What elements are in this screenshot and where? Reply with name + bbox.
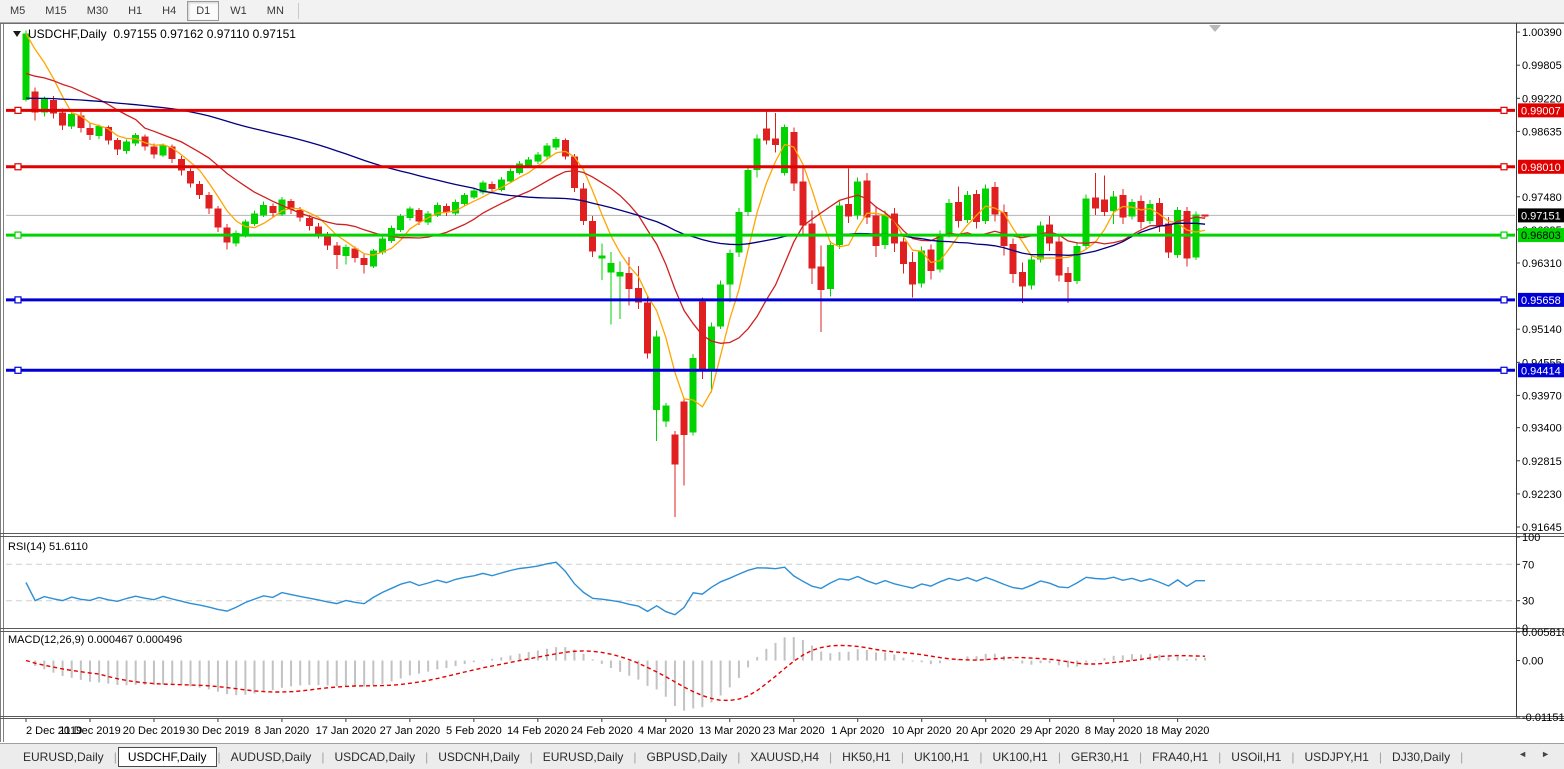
chart-tab-usoil-h1[interactable]: USOil,H1 [1222, 747, 1290, 767]
candlestick-series [23, 30, 1208, 517]
svg-text:27 Jan 2020: 27 Jan 2020 [380, 725, 441, 737]
svg-text:70: 70 [1522, 559, 1534, 571]
chart-tab-fra40-h1[interactable]: FRA40,H1 [1143, 747, 1217, 767]
svg-text:0.94414: 0.94414 [1521, 365, 1561, 377]
svg-text:5 Feb 2020: 5 Feb 2020 [446, 725, 502, 737]
svg-text:1.00390: 1.00390 [1522, 27, 1562, 39]
chart-tab-gbpusd-daily[interactable]: GBPUSD,Daily [638, 747, 737, 767]
symbol-dropdown-icon[interactable] [13, 31, 21, 37]
svg-text:0.97480: 0.97480 [1522, 192, 1562, 204]
fast-ma [26, 34, 1205, 407]
chart-tabs-bar: EURUSD,Daily|USDCHF,Daily|AUDUSD,Daily|U… [0, 743, 1564, 769]
chart-tab-audusd-daily[interactable]: AUDUSD,Daily [222, 747, 321, 767]
svg-text:23 Mar 2020: 23 Mar 2020 [763, 725, 825, 737]
chart-tab-hk50-h1[interactable]: HK50,H1 [833, 747, 900, 767]
timeframe-button-w1[interactable]: W1 [221, 1, 256, 21]
timeframe-button-h4[interactable]: H4 [153, 1, 185, 21]
svg-text:0.97151: 0.97151 [1521, 210, 1561, 222]
rsi-label: RSI(14) 51.6110 [8, 541, 88, 553]
svg-text:0.92230: 0.92230 [1522, 489, 1562, 501]
timeframe-button-d1[interactable]: D1 [187, 1, 219, 21]
svg-text:0.92815: 0.92815 [1522, 456, 1562, 468]
svg-text:0.93970: 0.93970 [1522, 390, 1562, 402]
svg-text:0.95658: 0.95658 [1521, 295, 1561, 307]
chart-tab-eurusd-daily[interactable]: EURUSD,Daily [14, 747, 113, 767]
svg-text:30 Dec 2019: 30 Dec 2019 [187, 725, 249, 737]
chart-title-ohlc-spacer [107, 27, 114, 41]
autoscroll-marker-icon[interactable] [1209, 25, 1221, 32]
chart-tab-uk100-h1[interactable]: UK100,H1 [983, 747, 1056, 767]
toolbar-separator [298, 3, 299, 19]
svg-text:0.93400: 0.93400 [1522, 423, 1562, 435]
svg-text:8 Jan 2020: 8 Jan 2020 [255, 725, 309, 737]
svg-text:4 Mar 2020: 4 Mar 2020 [638, 725, 694, 737]
chart-tab-uk100-h1[interactable]: UK100,H1 [905, 747, 978, 767]
tab-divider: | [1459, 750, 1464, 764]
horizontal-line[interactable] [6, 297, 1515, 303]
svg-text:0.005818: 0.005818 [1522, 627, 1564, 639]
svg-text:0.98010: 0.98010 [1521, 162, 1561, 174]
horizontal-line[interactable] [6, 367, 1515, 373]
macd-axis[interactable]: 0.005818 0.00 -0.011514 [1516, 627, 1564, 724]
svg-text:14 Feb 2020: 14 Feb 2020 [507, 725, 569, 737]
chart-tab-ger30-h1[interactable]: GER30,H1 [1062, 747, 1138, 767]
chart-title-ohlc: 0.97155 0.97162 0.97110 0.97151 [113, 27, 296, 41]
tab-scroll-right-icon[interactable]: ► [1541, 749, 1550, 759]
horizontal-line[interactable] [6, 232, 1515, 238]
chart-title-symbol: USDCHF,Daily [28, 27, 107, 41]
chart-tab-usdjpy-h1[interactable]: USDJPY,H1 [1295, 747, 1377, 767]
svg-text:0.00: 0.00 [1522, 656, 1543, 668]
svg-text:-0.011514: -0.011514 [1522, 712, 1564, 724]
svg-text:11 Dec 2019: 11 Dec 2019 [59, 725, 121, 737]
rsi-axis[interactable]: 10070300 [1516, 532, 1540, 635]
svg-text:17 Jan 2020: 17 Jan 2020 [316, 725, 377, 737]
svg-text:8 May 2020: 8 May 2020 [1085, 725, 1142, 737]
svg-text:24 Feb 2020: 24 Feb 2020 [571, 725, 633, 737]
svg-text:0.99805: 0.99805 [1522, 60, 1562, 72]
svg-text:30: 30 [1522, 596, 1534, 608]
timeframe-button-m5[interactable]: M5 [1, 1, 34, 21]
chart-canvas[interactable]: 1.003900.998050.992200.986350.974800.968… [0, 0, 1564, 768]
tab-scroll-arrows: ◄ ► [1518, 749, 1550, 759]
chart-tab-xauusd-h4[interactable]: XAUUSD,H4 [741, 747, 828, 767]
svg-text:0.99007: 0.99007 [1521, 105, 1561, 117]
svg-text:1 Apr 2020: 1 Apr 2020 [831, 725, 884, 737]
svg-text:20 Apr 2020: 20 Apr 2020 [956, 725, 1015, 737]
chart-tab-usdcnh-daily[interactable]: USDCNH,Daily [429, 747, 528, 767]
svg-text:0.96310: 0.96310 [1522, 258, 1562, 270]
chart-tab-usdcad-daily[interactable]: USDCAD,Daily [325, 747, 424, 767]
date-axis[interactable]: 2 Dec 201911 Dec 201920 Dec 201930 Dec 2… [26, 719, 1209, 738]
timeframe-button-h1[interactable]: H1 [119, 1, 151, 21]
price-axis[interactable]: 1.003900.998050.992200.986350.974800.968… [1516, 27, 1562, 534]
horizontal-line[interactable] [6, 107, 1515, 113]
svg-text:0.98635: 0.98635 [1522, 126, 1562, 138]
rsi-indicator [6, 562, 1515, 614]
chart-tabs: EURUSD,Daily|USDCHF,Daily|AUDUSD,Daily|U… [0, 747, 1464, 767]
svg-text:0.96803: 0.96803 [1521, 230, 1561, 242]
slow-ma [26, 98, 1205, 255]
svg-text:29 Apr 2020: 29 Apr 2020 [1020, 725, 1079, 737]
svg-text:0.95140: 0.95140 [1522, 324, 1562, 336]
timeframe-toolbar: M5M15M30H1H4D1W1MN [0, 0, 1564, 23]
svg-text:18 May 2020: 18 May 2020 [1146, 725, 1210, 737]
svg-text:20 Dec 2019: 20 Dec 2019 [123, 725, 185, 737]
macd-label: MACD(12,26,9) 0.000467 0.000496 [8, 634, 182, 646]
chart-tab-dj30-daily[interactable]: DJ30,Daily [1383, 747, 1459, 767]
timeframe-button-m30[interactable]: M30 [78, 1, 117, 21]
chart-tab-usdchf-daily[interactable]: USDCHF,Daily [118, 747, 217, 767]
timeframe-button-m15[interactable]: M15 [36, 1, 75, 21]
chart-title: USDCHF,Daily 0.97155 0.97162 0.97110 0.9… [13, 27, 296, 41]
tab-scroll-left-icon[interactable]: ◄ [1518, 749, 1527, 759]
chart-tab-eurusd-daily[interactable]: EURUSD,Daily [534, 747, 633, 767]
macd-indicator [26, 637, 1205, 711]
svg-text:13 Mar 2020: 13 Mar 2020 [699, 725, 761, 737]
timeframe-button-mn[interactable]: MN [258, 1, 293, 21]
svg-text:100: 100 [1522, 532, 1540, 544]
svg-text:10 Apr 2020: 10 Apr 2020 [892, 725, 951, 737]
